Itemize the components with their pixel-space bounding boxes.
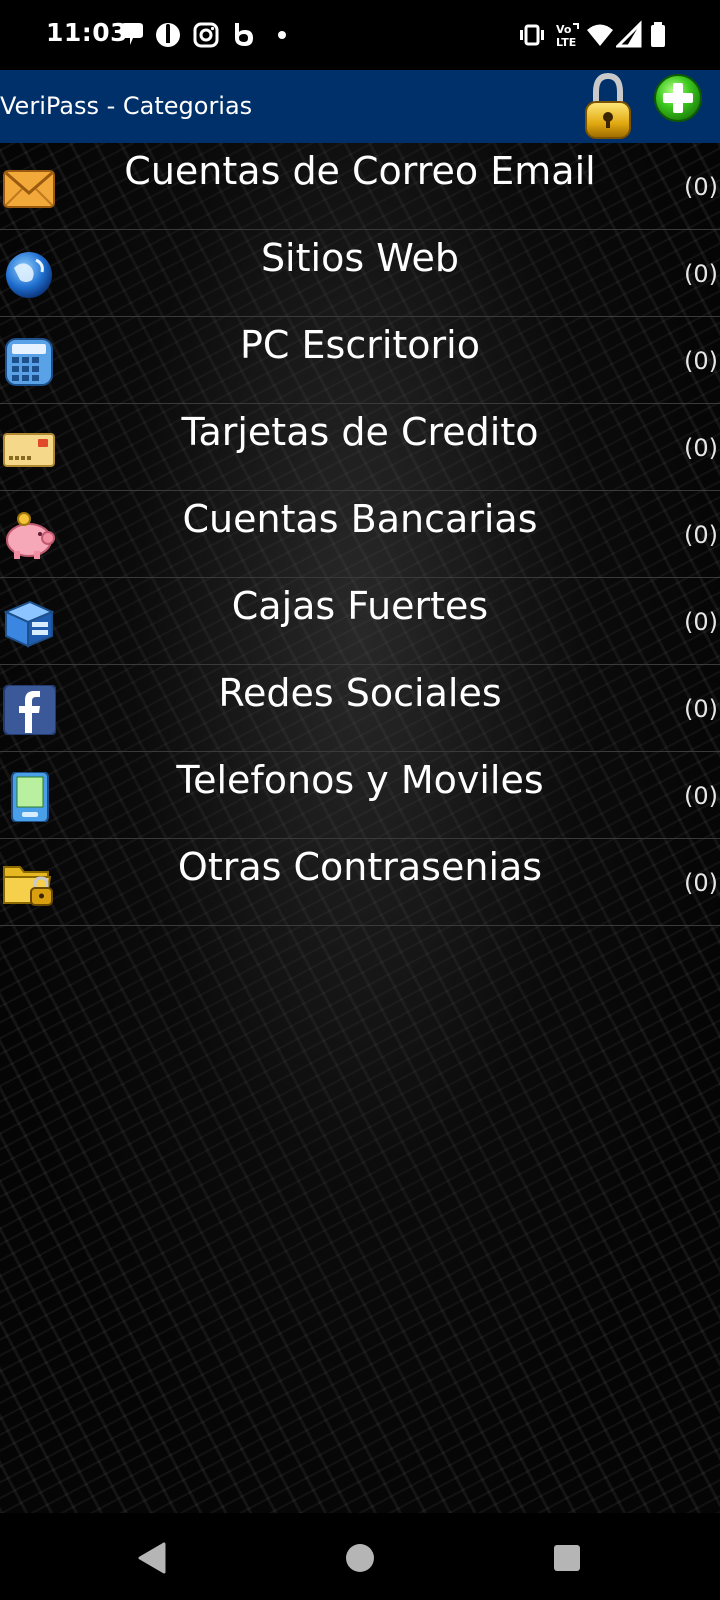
chat-bubble-icon: [121, 23, 143, 45]
category-count: (0): [684, 869, 718, 897]
category-label: Cuentas de Correo Email: [124, 149, 596, 193]
category-row-email[interactable]: Cuentas de Correo Email (0): [0, 143, 720, 230]
category-count: (0): [684, 173, 718, 201]
category-row-websites[interactable]: Sitios Web (0): [0, 230, 720, 317]
category-count: (0): [684, 434, 718, 462]
category-row-bank-accounts[interactable]: Cuentas Bancarias (0): [0, 491, 720, 578]
category-row-safes[interactable]: Cajas Fuertes (0): [0, 578, 720, 665]
svg-text:LTE: LTE: [556, 36, 576, 49]
category-count: (0): [684, 782, 718, 810]
category-label: Sitios Web: [260, 236, 460, 280]
dot-icon: [278, 31, 286, 39]
volte-icon: Vo LTE: [556, 23, 579, 49]
status-bar: 11:03 Vo LTE: [0, 0, 720, 70]
category-row-phones[interactable]: Telefonos y Moviles (0): [0, 752, 720, 839]
wifi-icon: [587, 24, 613, 46]
navigation-bar: [0, 1513, 720, 1600]
back-icon[interactable]: [128, 1533, 178, 1583]
category-count: (0): [684, 608, 718, 636]
category-row-social-networks[interactable]: Redes Sociales (0): [0, 665, 720, 752]
category-label: Telefonos y Moviles: [176, 758, 544, 802]
category-label: Cajas Fuertes: [231, 584, 489, 628]
app-bar: VeriPass - Categorias: [0, 70, 720, 143]
signal-icon: [616, 20, 642, 48]
category-label: Tarjetas de Credito: [181, 410, 539, 454]
category-count: (0): [684, 521, 718, 549]
add-button[interactable]: [652, 70, 720, 143]
category-list: Cuentas de Correo Email (0) Sitios Web (…: [0, 143, 720, 1513]
lock-button[interactable]: [582, 70, 654, 143]
category-row-pc[interactable]: PC Escritorio (0): [0, 317, 720, 404]
battery-icon: [651, 22, 665, 47]
recents-icon[interactable]: [542, 1533, 592, 1583]
category-label: Cuentas Bancarias: [182, 497, 538, 541]
category-label: PC Escritorio: [240, 323, 480, 367]
lock-icon: [585, 72, 631, 139]
vibrate-icon: [520, 24, 544, 46]
svg-text:Vo: Vo: [556, 23, 572, 36]
add-icon: [654, 74, 702, 122]
guardian-icon: [156, 23, 180, 47]
category-row-other-passwords[interactable]: Otras Contrasenias (0): [0, 839, 720, 926]
app-title: VeriPass - Categorias: [0, 92, 253, 120]
category-row-credit-cards[interactable]: Tarjetas de Credito (0): [0, 404, 720, 491]
category-label: Otras Contrasenias: [177, 845, 543, 889]
home-icon[interactable]: [335, 1533, 385, 1583]
category-label: Redes Sociales: [218, 671, 502, 715]
category-count: (0): [684, 695, 718, 723]
status-time: 11:03: [46, 18, 129, 47]
instagram-icon: [193, 22, 219, 48]
category-count: (0): [684, 347, 718, 375]
category-count: (0): [684, 260, 718, 288]
bet-icon: [235, 23, 253, 46]
